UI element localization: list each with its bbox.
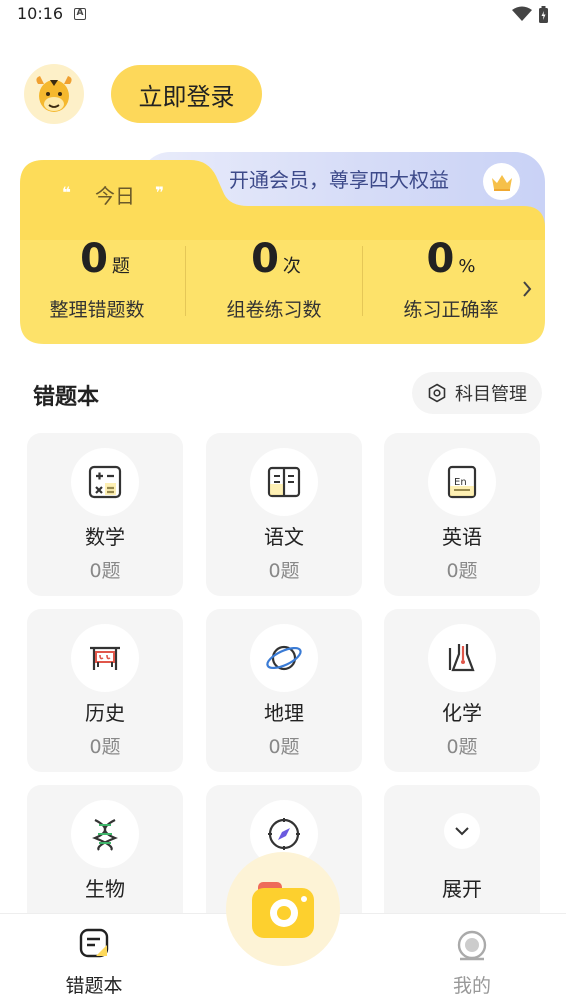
chevron-down-icon: [444, 813, 480, 849]
hexagon-settings-icon: [428, 383, 446, 403]
divider: [362, 246, 363, 316]
subject-manage-button[interactable]: 科目管理: [412, 372, 542, 414]
nav-item-notebook[interactable]: 错题本: [34, 914, 154, 1006]
quote-left-decoration: ❛❛: [62, 183, 71, 202]
subject-name: 数学: [85, 525, 125, 549]
history-icon: [71, 624, 139, 692]
section-title: 错题本: [33, 385, 100, 410]
subject-name: 地理: [264, 701, 304, 725]
flask-icon: [428, 624, 496, 692]
notebook-icon: [79, 928, 109, 958]
subject-tile-math[interactable]: 数学 0题: [27, 433, 183, 596]
subject-name: 化学: [442, 701, 482, 725]
stat-value: 0: [426, 236, 455, 282]
nav-label: 我的: [452, 975, 491, 997]
stat-label: 整理错题数: [49, 299, 145, 321]
quote-right-decoration: ❜❜: [155, 183, 164, 202]
english-icon: En: [428, 448, 496, 516]
stat-value: 0: [251, 236, 279, 282]
subject-tile-history[interactable]: 历史 0题: [27, 609, 183, 772]
status-bar: 10:16 A: [0, 0, 566, 30]
subject-count: 0题: [89, 736, 121, 758]
math-icon: [71, 448, 139, 516]
expand-label: 展开: [442, 877, 482, 901]
wifi-icon: [512, 6, 532, 21]
stat-unit: 题: [111, 256, 130, 277]
divider: [185, 246, 186, 316]
camera-icon: [252, 882, 314, 938]
dna-icon: [71, 800, 139, 868]
subject-tile-geography[interactable]: 地理 0题: [206, 609, 362, 772]
subject-name: 生物: [85, 877, 125, 901]
profile-icon: [457, 930, 487, 961]
subject-count: 0题: [446, 560, 478, 582]
subject-tile-english[interactable]: En 英语 0题: [384, 433, 540, 596]
subject-count: 0题: [446, 736, 478, 758]
login-button[interactable]: 立即登录: [111, 65, 262, 123]
subject-tile-chinese[interactable]: 语文 0题: [206, 433, 362, 596]
notification-icon: A: [74, 8, 86, 20]
subject-name: 历史: [85, 701, 125, 725]
stat-label: 练习正确率: [403, 299, 499, 321]
stat-accuracy: 0%: [366, 236, 536, 282]
nav-item-profile[interactable]: 我的: [412, 914, 532, 1006]
subject-tile-chemistry[interactable]: 化学 0题: [384, 609, 540, 772]
stat-label: 组卷练习数: [226, 299, 322, 321]
battery-icon: [539, 6, 548, 23]
subject-name: 英语: [442, 525, 482, 549]
planet-icon: [250, 624, 318, 692]
subject-name: 语文: [264, 525, 304, 549]
nav-label: 错题本: [65, 975, 123, 997]
chevron-right-icon[interactable]: [521, 279, 533, 299]
stat-unit: 次: [282, 256, 301, 277]
avatar[interactable]: [24, 64, 84, 124]
stat-wrong-count: 0题: [20, 236, 190, 282]
stat-practice-count: 0次: [191, 236, 361, 282]
status-time: 10:16: [17, 4, 64, 23]
today-label: 今日: [95, 184, 135, 208]
subject-manage-label: 科目管理: [455, 384, 527, 405]
cow-avatar-icon: [36, 76, 72, 112]
book-icon: [250, 448, 318, 516]
stat-value: 0: [80, 236, 108, 282]
subject-count: 0题: [268, 560, 300, 582]
subject-count: 0题: [89, 560, 121, 582]
subject-count: 0题: [268, 736, 300, 758]
stat-unit: %: [458, 256, 476, 277]
